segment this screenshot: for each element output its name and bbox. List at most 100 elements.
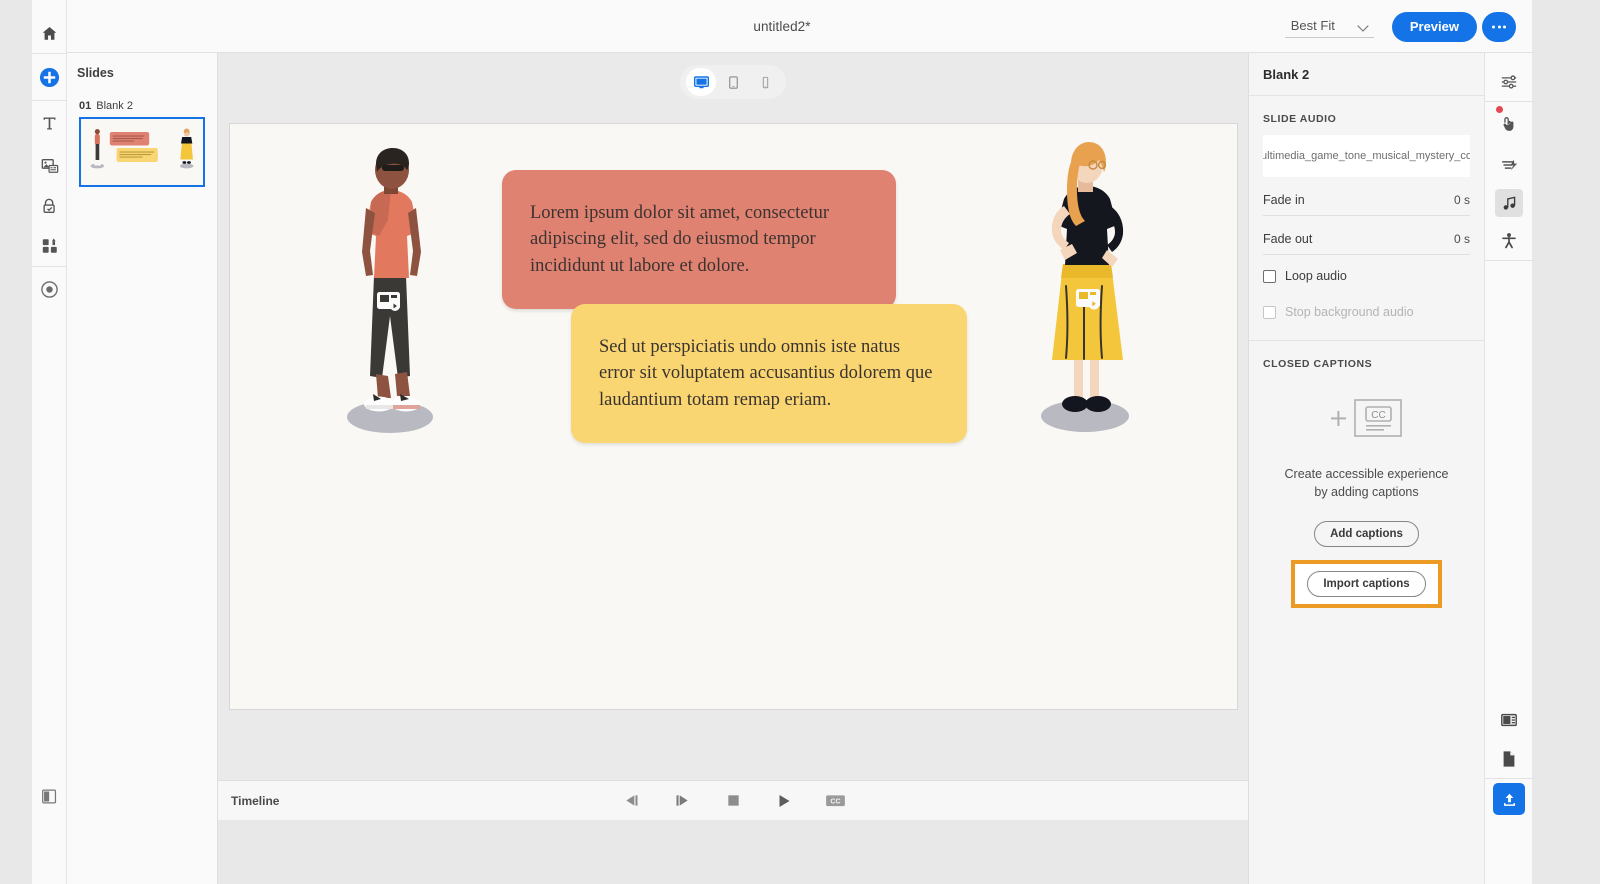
rail-item-layout-panel[interactable] [1485, 701, 1533, 739]
captions-toggle-button[interactable]: CC [823, 789, 847, 813]
loop-audio-label: Loop audio [1285, 269, 1347, 283]
audio-file-name: multimedia_game_tone_musical_mystery_co.… [1263, 150, 1470, 162]
callout-yellow[interactable]: Sed ut perspiciatis undo omnis iste natu… [571, 304, 967, 443]
tablet-icon [728, 75, 738, 89]
stop-background-audio-checkbox: Stop background audio [1263, 297, 1470, 327]
character-right-illustration [1041, 142, 1129, 432]
properties-icon [1495, 68, 1523, 96]
rail-item-accessibility[interactable] [1485, 222, 1533, 260]
timeline-bar: Timeline CC [218, 780, 1248, 820]
desktop-icon [693, 75, 709, 88]
widgets-icon [42, 238, 57, 253]
notification-badge-icon [1496, 106, 1503, 113]
device-tablet-button[interactable] [718, 68, 748, 96]
sidebar-item-text[interactable] [32, 101, 67, 146]
window-right-gutter [1532, 0, 1600, 884]
preview-button[interactable]: Preview [1391, 11, 1477, 42]
window-left-gutter [0, 0, 32, 884]
checkbox-box-icon [1263, 305, 1276, 319]
callout-red[interactable]: Lorem ipsum dolor sit amet, consectetur … [502, 170, 896, 309]
interactions-icon [1495, 110, 1523, 138]
closed-captions-icon: CC [825, 795, 845, 807]
character-left-illustration [347, 148, 433, 433]
sidebar-item-interactions[interactable] [32, 186, 67, 226]
add-icon [39, 67, 60, 87]
import-captions-button[interactable]: Import captions [1307, 571, 1426, 598]
fade-out-value: 0 s [1453, 231, 1470, 246]
slide-number: 01 [79, 100, 92, 112]
left-toolbar-rail [32, 0, 67, 884]
publish-icon [1503, 793, 1515, 806]
rail-item-effects[interactable] [1485, 146, 1533, 184]
play-icon [779, 794, 790, 807]
panel-toggle-icon [42, 788, 57, 804]
slide-canvas[interactable]: Lorem ipsum dolor sit amet, consectetur … [230, 124, 1237, 709]
fade-out-row[interactable]: Fade out 0 s [1263, 223, 1470, 255]
closed-captions-section-header: CLOSED CAPTIONS [1263, 358, 1373, 370]
record-icon [41, 281, 58, 298]
device-mobile-button[interactable] [750, 68, 780, 96]
accessibility-icon [1495, 227, 1523, 255]
add-captions-illustration-icon: CC [1330, 399, 1402, 437]
sidebar-item-media[interactable] [32, 146, 67, 186]
slides-panel-title: Slides [77, 66, 114, 80]
device-preview-switcher [680, 65, 786, 99]
top-toolbar: untitled2* Best Fit Preview [32, 0, 1532, 53]
app-window: untitled2* Best Fit Preview Slides 01 Bl… [0, 0, 1600, 884]
sidebar-item-add[interactable] [32, 54, 67, 100]
fade-in-label: Fade in [1263, 192, 1305, 207]
play-button[interactable] [772, 789, 796, 813]
step-backward-icon [625, 795, 637, 806]
zoom-level-select[interactable]: Best Fit [1284, 15, 1374, 38]
properties-panel: Blank 2 SLIDE AUDIO multimedia_game_tone… [1248, 53, 1484, 884]
sidebar-item-record[interactable] [32, 267, 67, 312]
document-icon [1495, 745, 1523, 773]
timeline-label: Timeline [231, 793, 280, 808]
slide-thumbnail[interactable] [79, 117, 205, 187]
loop-audio-checkbox[interactable]: Loop audio [1263, 261, 1470, 291]
zoom-level-value: Best Fit [1290, 18, 1335, 33]
rail-divider [1485, 778, 1533, 779]
stop-button[interactable] [721, 789, 745, 813]
rail-item-properties[interactable] [1485, 63, 1533, 101]
fade-out-label: Fade out [1263, 231, 1313, 246]
publish-button[interactable] [1493, 783, 1525, 815]
closed-captions-empty-message: Create accessible experience by adding c… [1284, 467, 1449, 500]
rail-item-publish[interactable] [1485, 780, 1533, 818]
more-options-button[interactable] [1482, 11, 1516, 42]
rail-divider [1485, 260, 1533, 261]
slide-name: Blank 2 [96, 100, 133, 112]
layout-panel-icon [1495, 706, 1523, 734]
right-toolbar-rail [1484, 53, 1533, 884]
character-left[interactable] [338, 146, 443, 441]
slide-audio-section-header: SLIDE AUDIO [1263, 113, 1337, 125]
rail-item-document[interactable] [1485, 740, 1533, 778]
interaction-icon [42, 198, 55, 213]
chevron-down-icon [1359, 22, 1370, 29]
stop-background-audio-label: Stop background audio [1285, 305, 1414, 319]
audio-file-field[interactable]: multimedia_game_tone_musical_mystery_co.… [1263, 135, 1470, 177]
import-captions-highlight: Import captions [1291, 560, 1442, 609]
rail-item-audio[interactable] [1485, 184, 1533, 222]
add-captions-button[interactable]: Add captions [1314, 521, 1419, 548]
canvas-area: Lorem ipsum dolor sit amet, consectetur … [218, 53, 1248, 780]
slides-panel: Slides 01 Blank 2 [67, 53, 218, 884]
media-icon [41, 159, 58, 173]
sidebar-item-toggle-panel[interactable] [32, 776, 67, 816]
slide-caption: 01 Blank 2 [67, 80, 217, 117]
effects-icon [1495, 151, 1523, 179]
character-right[interactable] [1030, 136, 1140, 441]
svg-text:CC: CC [830, 799, 840, 806]
device-desktop-button[interactable] [686, 68, 716, 96]
rail-item-interactions[interactable] [1485, 102, 1533, 146]
step-forward-button[interactable] [670, 789, 694, 813]
audio-icon [1495, 189, 1523, 217]
step-backward-button[interactable] [619, 789, 643, 813]
text-icon [43, 117, 56, 130]
sidebar-item-home[interactable] [32, 13, 67, 53]
fade-in-row[interactable]: Fade in 0 s [1263, 184, 1470, 216]
sidebar-item-widgets[interactable] [32, 226, 67, 266]
slide-thumbnail-preview [81, 119, 203, 185]
add-captions-row: Add captions [1249, 521, 1484, 548]
timeline-controls: CC [619, 789, 847, 813]
